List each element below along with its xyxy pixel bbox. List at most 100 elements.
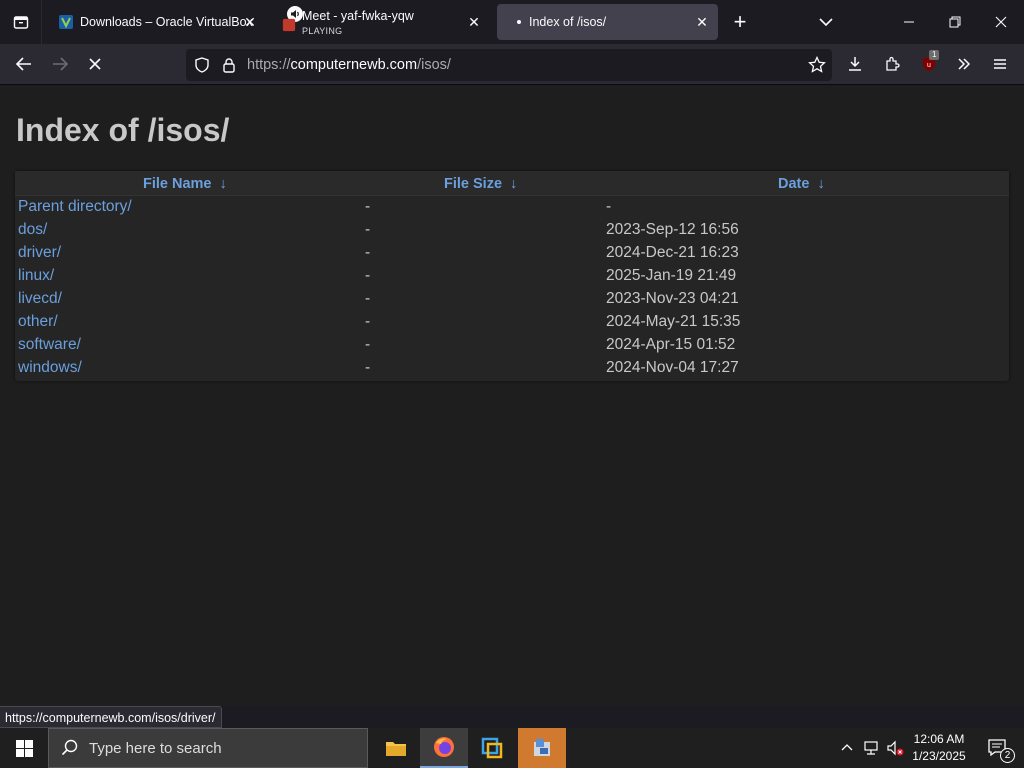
close-tab-icon[interactable]: ✕	[694, 14, 710, 30]
directory-link[interactable]: driver/	[18, 244, 61, 262]
puzzle-icon	[886, 56, 900, 71]
more-tools-button[interactable]	[949, 50, 979, 78]
tab-virtualbox[interactable]: Downloads – Oracle VirtualBox ✕	[50, 4, 272, 40]
file-size: -	[365, 359, 371, 376]
column-header-file-size[interactable]: File Size ↓	[444, 176, 517, 192]
chevron-down-icon	[819, 18, 833, 27]
file-date: 2024-Apr-15 01:52	[606, 336, 736, 353]
file-size: -	[365, 313, 371, 330]
clock-time: 12:06 AM	[913, 732, 965, 746]
taskbar-clock[interactable]: 12:06 AM 1/23/2025	[906, 731, 972, 765]
tab-meet[interactable]: Meet - yaf-fwka-yqw PLAYING ✕	[280, 4, 490, 40]
column-header-file-name[interactable]: File Name ↓	[143, 176, 227, 192]
sort-arrow-icon: ↓	[219, 176, 227, 192]
arrow-right-icon	[53, 57, 69, 71]
table-row: software/ - 2024-Apr-15 01:52	[15, 334, 1009, 357]
file-date: 2024-May-21 15:35	[606, 313, 741, 330]
firefox-view-button[interactable]	[0, 0, 42, 44]
taskbar-file-explorer[interactable]	[372, 728, 420, 768]
file-size: -	[365, 198, 371, 215]
meet-favicon-icon	[282, 18, 296, 32]
directory-link[interactable]: livecd/	[18, 290, 62, 308]
taskbar-search-box[interactable]: Type here to search	[48, 728, 368, 768]
network-button[interactable]	[860, 728, 882, 768]
table-row: linux/ - 2025-Jan-19 21:49	[15, 265, 1009, 288]
file-size: -	[365, 244, 371, 261]
tab-playing-label: PLAYING	[302, 26, 343, 36]
url-text: https://computernewb.com/isos/	[247, 57, 451, 73]
virtualbox-favicon-icon	[59, 15, 73, 29]
loading-dot-icon	[517, 20, 521, 24]
column-label: File Name	[143, 176, 212, 192]
list-all-tabs-button[interactable]	[814, 10, 838, 34]
taskbar-virtualbox[interactable]	[468, 728, 516, 768]
stop-loading-button[interactable]	[80, 50, 110, 78]
search-placeholder: Type here to search	[89, 740, 222, 757]
taskbar-installer-app[interactable]	[518, 728, 566, 768]
action-center-button[interactable]: 2	[978, 728, 1018, 768]
table-row: Parent directory/ - -	[15, 196, 1009, 219]
table-row: dos/ - 2023-Sep-12 16:56	[15, 219, 1009, 242]
double-chevron-right-icon	[958, 58, 971, 70]
tab-index-isos[interactable]: Index of /isos/ ✕	[497, 4, 718, 40]
directory-listing-table: File Name ↓ File Size ↓ Date ↓ Parent direc…	[15, 171, 1009, 381]
table-row: livecd/ - 2023-Nov-23 04:21	[15, 288, 1009, 311]
table-row: driver/ - 2024-Dec-21 16:23	[15, 242, 1009, 265]
close-tab-icon[interactable]: ✕	[242, 14, 258, 30]
forward-button[interactable]	[45, 50, 75, 78]
sort-arrow-icon: ↓	[817, 176, 825, 192]
folder-icon	[386, 742, 406, 756]
ublock-badge: 1	[929, 50, 940, 60]
clock-date: 1/23/2025	[912, 749, 966, 763]
star-bookmark-icon[interactable]	[808, 56, 826, 74]
plus-icon: +	[733, 9, 747, 34]
directory-link[interactable]: software/	[18, 336, 81, 354]
hamburger-menu-icon	[994, 59, 1006, 69]
column-header-date[interactable]: Date ↓	[778, 176, 825, 192]
windows-taskbar: Type here to search 12:06 AM 1/23/2025 2	[0, 728, 1024, 768]
virtualbox-icon	[481, 737, 503, 759]
url-bar[interactable]: https://computernewb.com/isos/	[186, 49, 832, 81]
ublock-button[interactable]: u 1	[914, 50, 944, 78]
lock-icon[interactable]	[221, 57, 237, 73]
file-date: 2023-Nov-23 04:21	[606, 290, 739, 307]
back-button[interactable]	[9, 50, 39, 78]
tab-title: Index of /isos/	[529, 15, 607, 29]
table-row: other/ - 2024-May-21 15:35	[15, 311, 1009, 334]
directory-link[interactable]: dos/	[18, 221, 47, 239]
volume-muted-icon	[887, 740, 904, 756]
show-hidden-icons-button[interactable]	[836, 728, 858, 768]
file-size: -	[365, 267, 371, 284]
link-status-tooltip: https://computernewb.com/isos/driver/	[0, 706, 222, 728]
restore-button[interactable]	[932, 0, 978, 44]
volume-button[interactable]	[884, 728, 906, 768]
directory-link[interactable]: other/	[18, 313, 58, 331]
file-date: 2024-Dec-21 16:23	[606, 244, 739, 261]
app-menu-button[interactable]	[985, 50, 1015, 78]
close-window-button[interactable]	[978, 0, 1024, 44]
notification-count-badge: 2	[1000, 748, 1015, 763]
table-header: File Name ↓ File Size ↓ Date ↓	[15, 171, 1009, 196]
installer-icon	[534, 739, 550, 756]
shield-icon[interactable]	[194, 57, 210, 73]
page-title: Index of /isos/	[16, 112, 230, 148]
file-date: 2023-Sep-12 16:56	[606, 221, 739, 238]
taskbar-firefox[interactable]	[420, 728, 468, 768]
minimize-icon	[904, 21, 914, 23]
url-scheme: https://	[247, 57, 291, 73]
downloads-button[interactable]	[840, 50, 870, 78]
tab-strip: Downloads – Oracle VirtualBox ✕ Meet - y…	[0, 0, 1024, 44]
new-tab-button[interactable]: +	[728, 8, 752, 36]
start-button[interactable]	[0, 728, 48, 768]
restore-icon	[949, 16, 961, 28]
directory-link[interactable]: windows/	[18, 359, 82, 377]
svg-text:u: u	[927, 62, 931, 69]
close-tab-icon[interactable]: ✕	[466, 14, 482, 30]
arrow-left-icon	[15, 57, 31, 71]
minimize-button[interactable]	[886, 0, 932, 44]
directory-link[interactable]: Parent directory/	[18, 198, 132, 216]
extensions-button[interactable]	[877, 50, 907, 78]
file-date: -	[606, 198, 612, 215]
file-size: -	[365, 290, 371, 307]
directory-link[interactable]: linux/	[18, 267, 54, 285]
